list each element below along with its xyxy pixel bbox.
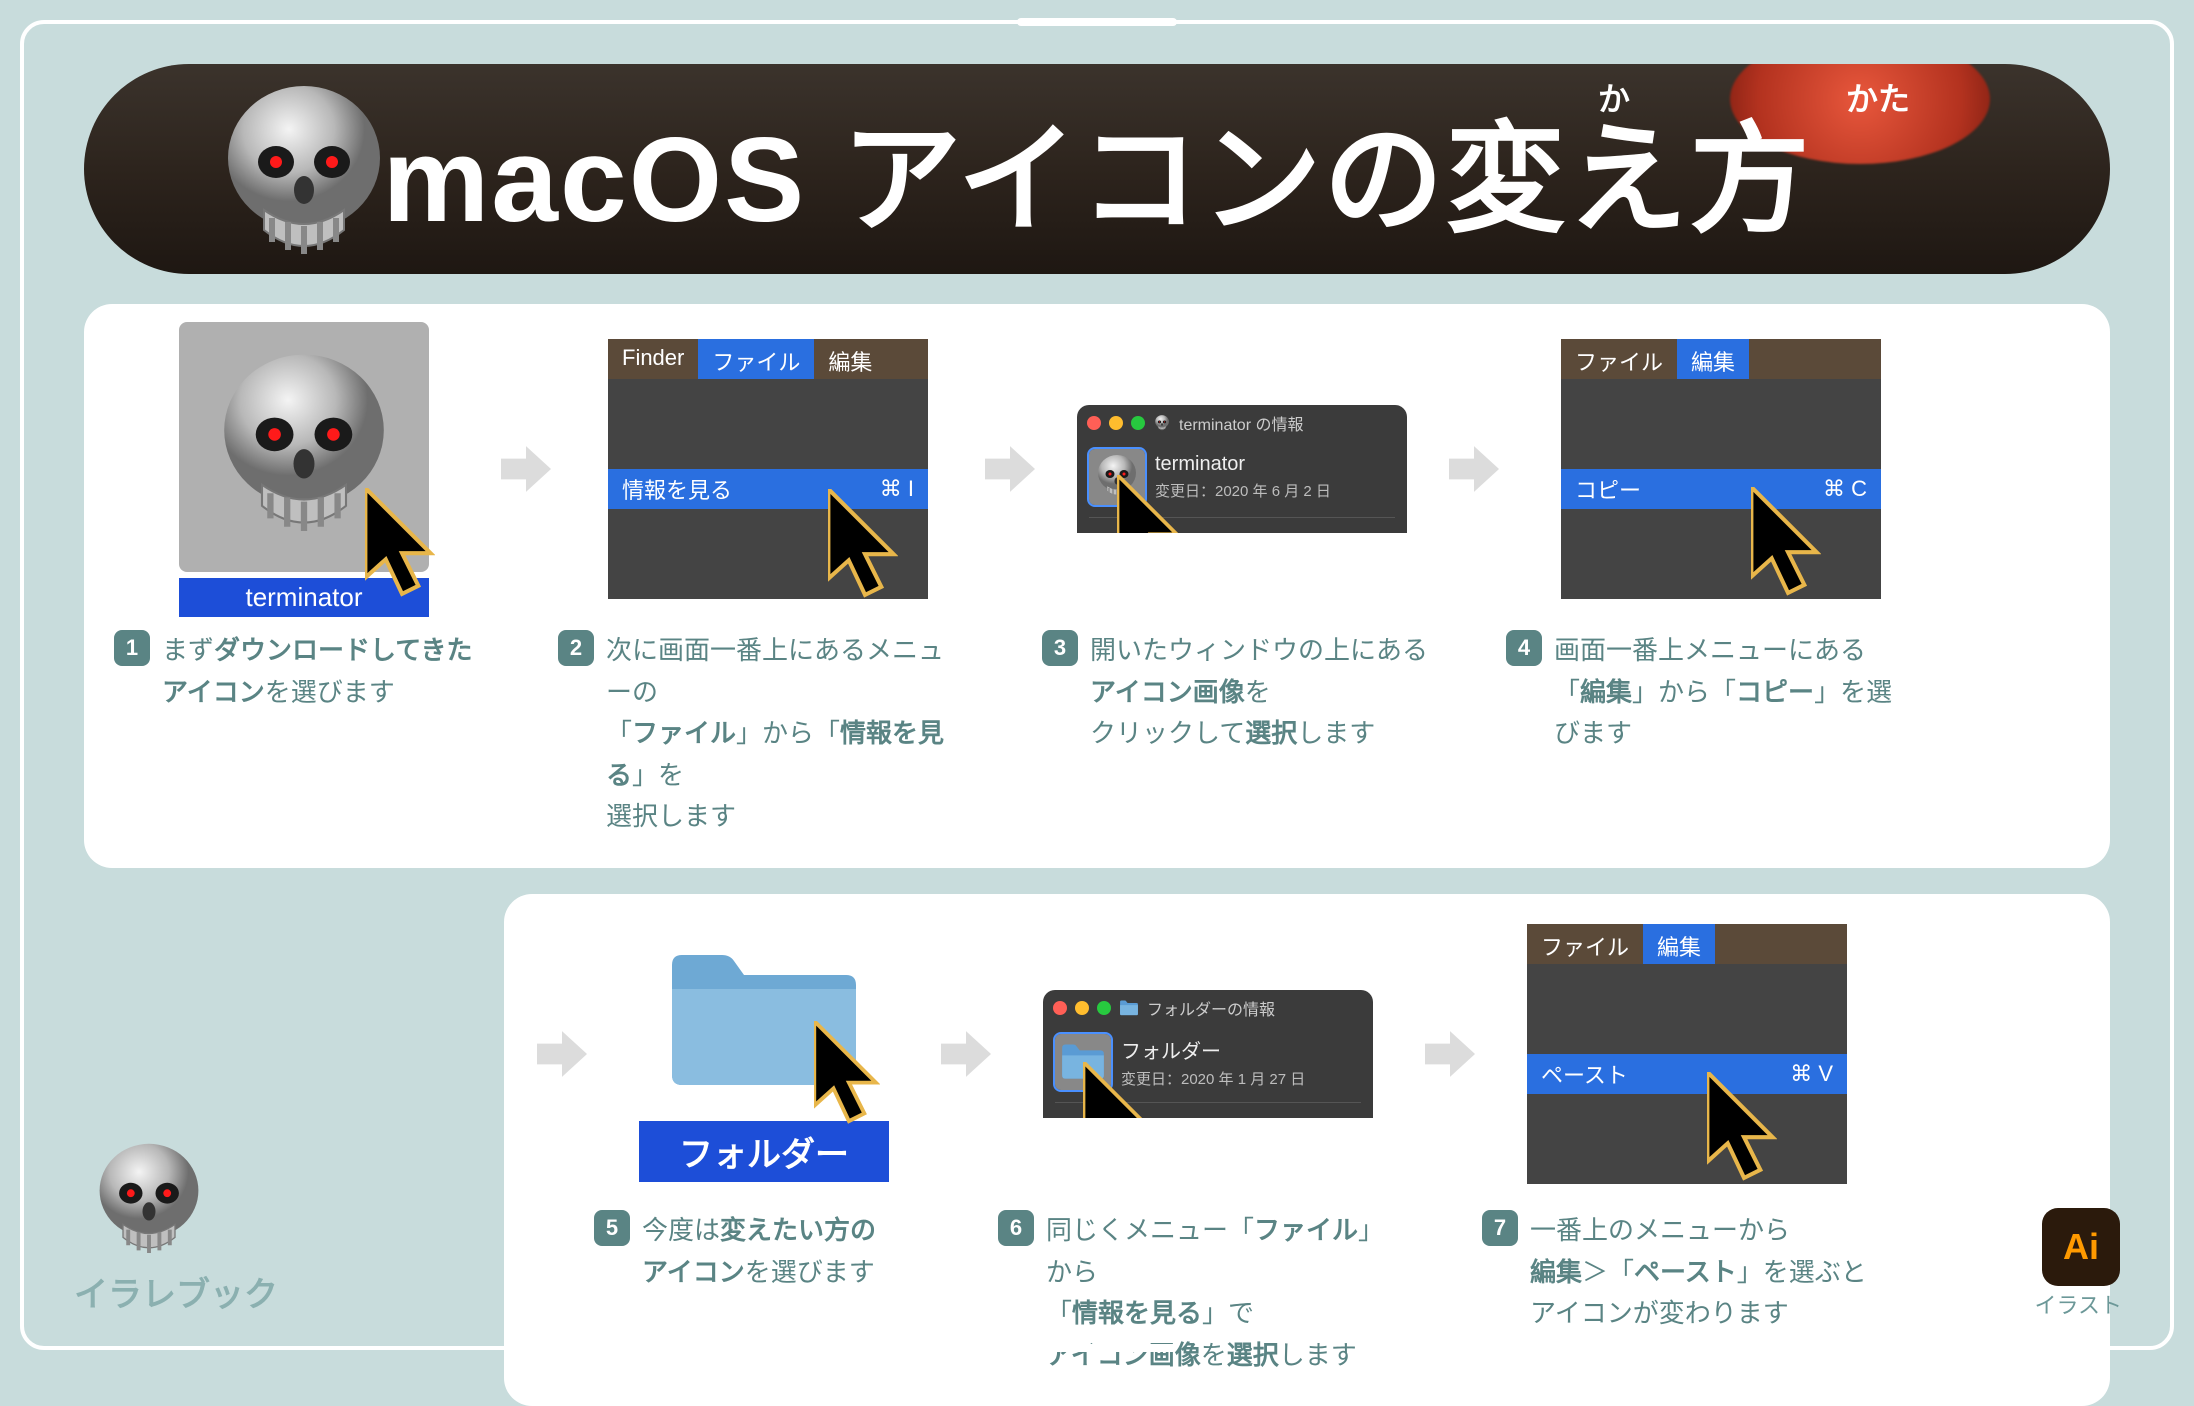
menu-item-label: コピー [1575, 473, 1641, 505]
step-number: 7 [1482, 1210, 1518, 1246]
menubar-file[interactable]: ファイル [698, 339, 814, 379]
minimize-icon[interactable] [1075, 1001, 1089, 1015]
close-icon[interactable] [1053, 1001, 1067, 1015]
step-number: 3 [1042, 630, 1078, 666]
skull-icon [1153, 414, 1171, 432]
info-window: terminator の情報 terminator 変更日：2020 年 6 月… [1077, 405, 1407, 533]
edit-menu: ファイル 編集 コピー ⌘ C [1561, 339, 1881, 599]
arrow-right-icon [537, 1029, 587, 1079]
minimize-icon[interactable] [1109, 416, 1123, 430]
cursor-icon [1117, 475, 1181, 533]
arrow-right-icon [1425, 1029, 1475, 1079]
skull-icon [84, 1136, 214, 1266]
illustrator-caption: イラスト [2034, 1288, 2122, 1320]
menubar-file[interactable]: ファイル [1527, 924, 1643, 964]
info-modified-date: 変更日：2020 年 6 月 2 日 [1155, 480, 1331, 501]
ruby-kata: かた [1846, 74, 1910, 120]
step-1: terminator 1 まずダウンロードしてきたアイコンを選びます [114, 324, 494, 713]
step-number: 1 [114, 630, 150, 666]
step-number: 5 [594, 1210, 630, 1246]
top-notch [1017, 18, 1177, 26]
steps-row-2: フォルダー 5 今度は変えたい方のアイコンを選びます [504, 894, 2110, 1406]
step-4: ファイル 編集 コピー ⌘ C 4 画面一番上メニューにある「編集」から [1506, 324, 1936, 755]
ruby-ka: か [1598, 74, 1630, 120]
menu-item-label: ペースト [1541, 1058, 1628, 1090]
folder-label: フォルダー [639, 1121, 889, 1182]
cursor-icon [1083, 1062, 1147, 1118]
menu-item-label: 情報を見る [622, 473, 732, 505]
close-icon[interactable] [1087, 416, 1101, 430]
info-modified-date: 変更日：2020 年 1 月 27 日 [1121, 1068, 1305, 1089]
maximize-icon[interactable] [1097, 1001, 1111, 1015]
maximize-icon[interactable] [1131, 416, 1145, 430]
page-frame: か かた macOS アイコンの変え方 terminator 1 まずダウンロー… [20, 20, 2174, 1350]
brand-label: イラレブック [74, 1267, 278, 1316]
step-number: 6 [998, 1210, 1034, 1246]
menubar-file[interactable]: ファイル [1561, 339, 1677, 379]
window-title: フォルダーの情報 [1147, 996, 1275, 1020]
window-title: terminator の情報 [1179, 411, 1303, 435]
desktop-folder-tile[interactable]: フォルダー [639, 925, 889, 1182]
desktop-icon-tile[interactable]: terminator [179, 322, 429, 617]
step-caption: まずダウンロードしてきたアイコンを選びます [162, 630, 472, 713]
bottom-notch [1017, 1344, 1177, 1352]
menubar-edit[interactable]: 編集 [1643, 924, 1715, 964]
step-3: terminator の情報 terminator 変更日：2020 年 6 月… [1042, 324, 1442, 755]
step-caption: 一番上のメニューから編集＞「ペースト」を選ぶとアイコンが変わります [1530, 1210, 1867, 1335]
step-5: フォルダー 5 今度は変えたい方のアイコンを選びます [594, 914, 934, 1293]
menubar-edit[interactable]: 編集 [814, 339, 886, 379]
folder-icon [1119, 999, 1139, 1017]
finder-menu: Finder ファイル 編集 情報を見る ⌘ I [608, 339, 928, 599]
step-caption: 画面一番上メニューにある「編集」から「コピー」を選びます [1554, 630, 1906, 755]
arrow-right-icon [501, 444, 551, 494]
cursor-icon [814, 1021, 880, 1125]
menubar-edit[interactable]: 編集 [1677, 339, 1749, 379]
cursor-icon [1707, 1072, 1777, 1182]
step-caption: 次に画面一番上にあるメニューの「ファイル」から「情報を見る」を選択します [606, 630, 958, 838]
menu-item-paste[interactable]: ペースト ⌘ V [1527, 1054, 1847, 1094]
step-number: 4 [1506, 630, 1542, 666]
arrow-right-icon [941, 1029, 991, 1079]
steps-row-1: terminator 1 まずダウンロードしてきたアイコンを選びます Finde… [84, 304, 2110, 868]
step-7: ファイル 編集 ペースト ⌘ V 7 一番上のメニューから編集＞「ペース [1482, 914, 1892, 1335]
step-6: フォルダーの情報 フォルダー 変更日：2020 年 1 月 27 日 [998, 914, 1418, 1376]
step-number: 2 [558, 630, 594, 666]
arrow-right-icon [985, 444, 1035, 494]
edit-menu: ファイル 編集 ペースト ⌘ V [1527, 924, 1847, 1184]
title-banner: か かた macOS アイコンの変え方 [84, 64, 2110, 274]
arrow-right-icon [1449, 444, 1499, 494]
info-window: フォルダーの情報 フォルダー 変更日：2020 年 1 月 27 日 [1043, 990, 1373, 1118]
step-caption: 今度は変えたい方のアイコンを選びます [642, 1210, 876, 1293]
menu-item-copy[interactable]: コピー ⌘ C [1561, 469, 1881, 509]
cursor-icon [1751, 487, 1821, 597]
step-2: Finder ファイル 編集 情報を見る ⌘ I 2 [558, 324, 978, 838]
menu-shortcut: ⌘ C [1823, 476, 1867, 502]
menubar-finder[interactable]: Finder [608, 339, 698, 379]
info-filename: フォルダー [1121, 1035, 1305, 1064]
cursor-icon [828, 489, 898, 599]
skull-icon [204, 74, 404, 274]
window-traffic-lights[interactable] [1087, 416, 1145, 430]
window-traffic-lights[interactable] [1053, 1001, 1111, 1015]
step-caption: 開いたウィンドウの上にあるアイコン画像をクリックして選択します [1090, 630, 1428, 755]
cursor-icon [365, 488, 435, 598]
menu-shortcut: ⌘ V [1790, 1061, 1833, 1087]
info-filename: terminator [1155, 453, 1331, 476]
illustrator-badge: Ai [2042, 1208, 2120, 1286]
